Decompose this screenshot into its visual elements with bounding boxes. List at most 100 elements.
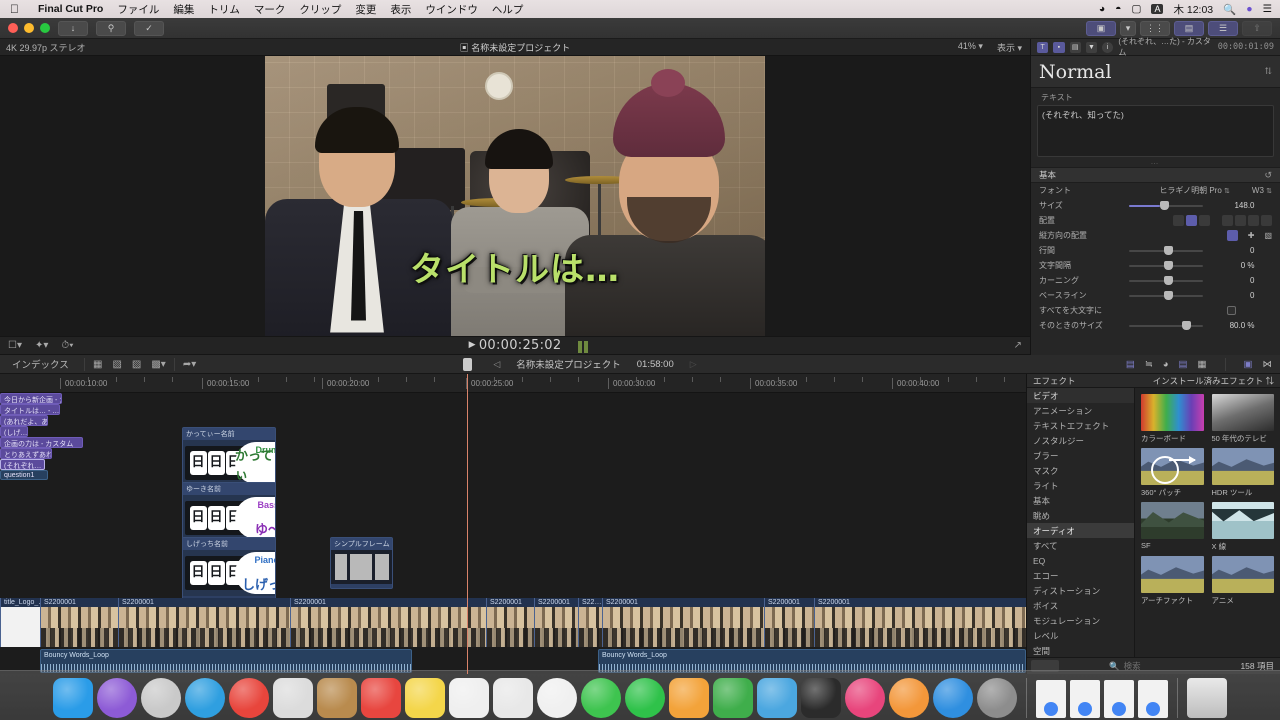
effects-button[interactable]: ☰ <box>1208 20 1238 36</box>
dock-item-news[interactable] <box>493 678 533 718</box>
timeline-title-strip-clip[interactable]: タイトルは… - … <box>0 404 60 415</box>
parameter-slider[interactable] <box>1128 275 1203 285</box>
effects-category-list[interactable]: ビデオ アニメーション テキストエフェクト ノスタルジー ブラー マスク ライト 基本 眺め オー… <box>1027 388 1135 657</box>
dock-item-finder[interactable] <box>53 678 93 718</box>
search-icon[interactable]: 🔍 <box>1223 3 1236 16</box>
headphone-icon[interactable]: ◕ <box>1163 359 1169 370</box>
effect-item[interactable]: アニメ <box>1211 556 1274 606</box>
close-window-button[interactable] <box>8 23 18 33</box>
parameter-value[interactable]: 0 <box>1207 276 1254 285</box>
color-inspector-icon[interactable]: ▼ <box>1085 41 1098 53</box>
clip-appearance-2-icon[interactable]: ▧ <box>112 359 121 370</box>
minimize-window-button[interactable] <box>24 23 34 33</box>
effects-category-item[interactable]: EQ <box>1027 553 1134 568</box>
valign-middle-icon[interactable]: ✚ <box>1248 231 1255 240</box>
import-media-button[interactable]: ↓ <box>58 20 88 36</box>
text-justify-group[interactable] <box>1222 215 1272 226</box>
dock-item-messages[interactable] <box>581 678 621 718</box>
effects-category-item[interactable]: エコー <box>1027 568 1134 583</box>
share-button[interactable]: ⇧ <box>1242 20 1272 36</box>
dock-item-notes[interactable] <box>405 678 445 718</box>
effects-category-item[interactable]: テキストエフェクト <box>1027 418 1134 433</box>
timeline-video-clip[interactable]: S2200001 <box>290 598 486 647</box>
parameter-value[interactable]: 0 <box>1207 246 1254 255</box>
keyword-button[interactable]: ⚲ <box>96 20 126 36</box>
timeline-video-clip[interactable]: S2200001 <box>486 598 534 647</box>
effects-browser[interactable]: エフェクト インストール済みエフェクト ⇅ ビデオ アニメーション テキストエフェク… <box>1026 374 1280 674</box>
clip-appearance-4-icon[interactable]: ▩▾ <box>151 359 165 370</box>
info-inspector-icon[interactable]: i <box>1102 41 1114 53</box>
dock-item-pages[interactable] <box>669 678 709 718</box>
menu-item-edit[interactable]: 編集 <box>166 2 201 17</box>
dock-item-itunes[interactable] <box>845 678 885 718</box>
parameter-slider[interactable] <box>1128 320 1203 330</box>
tool-menu[interactable]: ➦▾ <box>183 359 196 370</box>
parameter-slider[interactable] <box>1128 245 1203 255</box>
effect-item[interactable]: HDR ツール <box>1211 448 1274 498</box>
timeline-video-clip[interactable]: title_Logo_… <box>0 598 40 647</box>
all-caps-checkbox[interactable] <box>1227 306 1236 315</box>
timeline-video-clip[interactable]: S2200001 <box>40 598 118 647</box>
effects-category-item[interactable]: 眺め <box>1027 508 1134 523</box>
timeline-frame-clip[interactable]: シンプルフレーム <box>330 537 393 589</box>
dock-item-trash[interactable] <box>1187 678 1227 718</box>
effects-category-item[interactable]: 基本 <box>1027 493 1134 508</box>
installed-effects-menu[interactable]: インストール済みエフェクト ⇅ <box>1135 374 1280 387</box>
menu-item-window[interactable]: ウインドウ <box>418 2 485 17</box>
timeline-title-clip[interactable]: しげっち名前日日日Pianoしげっ <box>182 537 276 601</box>
airplay-icon[interactable]: ▢ <box>1132 3 1142 15</box>
effect-item[interactable]: 360° パッチ <box>1141 448 1204 498</box>
menu-item-modify[interactable]: 変更 <box>348 2 383 17</box>
dock-item-facetime[interactable] <box>625 678 665 718</box>
dock-item-contacts[interactable] <box>317 678 357 718</box>
media-browser-button[interactable]: ▣ <box>1086 20 1116 36</box>
index-icon[interactable]: ▦ <box>1198 359 1207 370</box>
dock-item-final-cut-pro[interactable] <box>801 678 841 718</box>
parameter-slider[interactable] <box>1128 260 1203 270</box>
chevron-left-icon[interactable]: ◁ <box>493 359 500 370</box>
clip-appearance-3-icon[interactable]: ▨ <box>132 359 141 370</box>
timeline-title-strip-clip[interactable]: 企画の力は - カスタム <box>0 437 83 448</box>
dock-minimized-window[interactable] <box>1036 680 1066 718</box>
dock-minimized-window[interactable] <box>1104 680 1134 718</box>
effects-category-item[interactable]: ボイス <box>1027 598 1134 613</box>
effects-category-item[interactable]: ブラー <box>1027 448 1134 463</box>
dock-item-mail[interactable] <box>273 678 313 718</box>
audio-mix-icon[interactable]: ▤ <box>1179 359 1188 370</box>
dock-item-keynote[interactable] <box>757 678 797 718</box>
parameter-slider[interactable] <box>1128 200 1203 210</box>
effect-item[interactable]: SF <box>1141 502 1204 552</box>
timeline-video-clip[interactable]: S2200001 <box>764 598 814 647</box>
effects-category-item[interactable]: レベル <box>1027 628 1134 643</box>
input-source-icon[interactable]: A <box>1151 4 1164 14</box>
valign-bottom-icon[interactable]: ▧ <box>1264 231 1272 240</box>
blade-icon[interactable]: ⋈ <box>1263 359 1273 370</box>
timeline-question-clip[interactable]: question1 <box>0 470 48 480</box>
parameter-value[interactable]: 80.0 % <box>1207 321 1255 330</box>
viewer-timecode[interactable]: ▶ 00:00:25:02 <box>0 338 1030 353</box>
reset-icon[interactable]: ↺ <box>1264 170 1272 181</box>
effects-thumbnail-grid[interactable]: カラーボード 50 年代のテレビ 360° パッチ HDR ツール SF X 線アーチファ… <box>1135 388 1280 657</box>
timeline-video-clip[interactable]: S2200001 <box>118 598 290 647</box>
dock-item-ibooks[interactable] <box>889 678 929 718</box>
parameter-slider[interactable] <box>1128 290 1203 300</box>
dock-item-safari[interactable] <box>185 678 225 718</box>
inspector-grid-button[interactable]: ⋮⋮ <box>1140 20 1170 36</box>
effects-category-item[interactable]: オーディオ <box>1027 523 1134 538</box>
menu-item-clip[interactable]: クリップ <box>292 2 348 17</box>
maximize-window-button[interactable] <box>40 23 50 33</box>
title-inspector-icon[interactable]: ▪ <box>1053 41 1065 53</box>
browser-chevron-button[interactable]: ▾ <box>1120 20 1136 36</box>
dock-item-chrome[interactable] <box>229 678 269 718</box>
playhead-timeline[interactable] <box>467 393 468 674</box>
dock-item-launchpad[interactable] <box>141 678 181 718</box>
effects-category-item[interactable]: アニメーション <box>1027 403 1134 418</box>
apple-logo-icon[interactable]:  <box>10 3 19 15</box>
siri-icon[interactable]: ● <box>1246 3 1252 15</box>
audio-meter-icon[interactable]: ▤ <box>1126 359 1135 370</box>
inspector-preset-selector[interactable]: Normal ⇅ <box>1031 56 1280 88</box>
timeline-panel[interactable]: 00:00:10:00 00:00:15:00 00:00:20:00 00:00:2… <box>0 358 1026 674</box>
timeline-ruler[interactable]: 00:00:10:00 00:00:15:00 00:00:20:00 00:00:2… <box>0 358 1026 393</box>
dock-item-system-preferences[interactable] <box>977 678 1017 718</box>
color-board-button[interactable]: ▤ <box>1174 20 1204 36</box>
